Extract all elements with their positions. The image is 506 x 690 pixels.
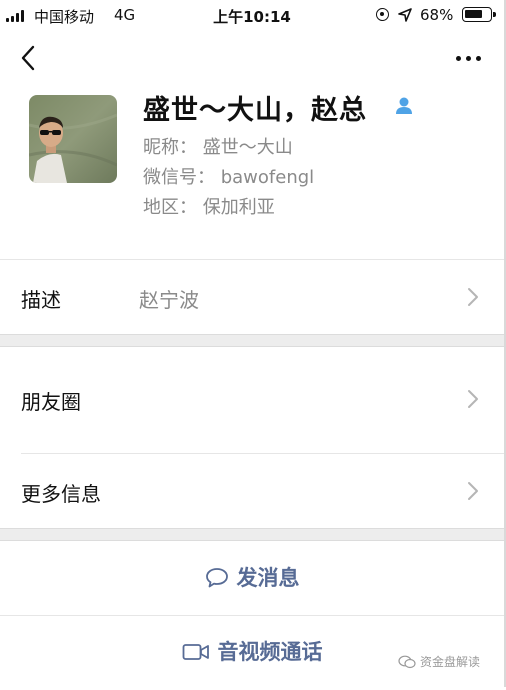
more-info-label: 更多信息 [21,482,101,506]
back-button[interactable] [18,44,44,72]
battery-icon [462,7,496,22]
chevron-right-icon [468,482,478,500]
moments-row[interactable]: 朋友圈 [0,347,504,453]
more-options-button[interactable] [448,46,488,70]
watermark: 资金盘解读 [398,653,480,670]
section-gap [0,528,504,541]
status-bar: 中国移动 4G 上午10:14 68% [0,0,504,30]
chevron-right-icon [468,390,478,408]
send-message-label: 发消息 [236,566,300,590]
description-value: 赵宁波 [139,288,199,312]
nickname: 昵称： 盛世～大山 [143,137,293,158]
location-icon [398,8,412,22]
video-camera-icon [182,644,209,660]
chevron-right-icon [468,288,478,306]
rotation-lock-icon [376,8,389,21]
watermark-text: 资金盘解读 [420,655,481,669]
video-call-button[interactable]: 音视频通话 [0,616,504,687]
more-info-row[interactable]: 更多信息 [0,454,504,528]
section-gap [0,334,504,347]
send-message-button[interactable]: 发消息 [0,541,504,615]
description-label: 描述 [21,288,61,312]
wechat-id: 微信号： bawofengl [143,167,315,188]
description-row[interactable]: 描述 赵宁波 [0,260,504,334]
person-icon [396,97,412,114]
region: 地区： 保加利亚 [143,197,275,218]
wechat-logo-icon [398,655,416,668]
profile-page: 中国移动 4G 上午10:14 68% 盛世～大山，赵总 昵称： 盛世～大山 微… [0,0,506,687]
display-name: 盛世～大山，赵总 [143,95,367,126]
avatar[interactable] [29,95,117,183]
battery-percent: 68% [420,6,454,24]
video-call-label: 音视频通话 [217,640,323,664]
avatar-photo [29,95,117,183]
chat-bubble-icon [205,568,228,588]
moments-label: 朋友圈 [21,390,81,414]
